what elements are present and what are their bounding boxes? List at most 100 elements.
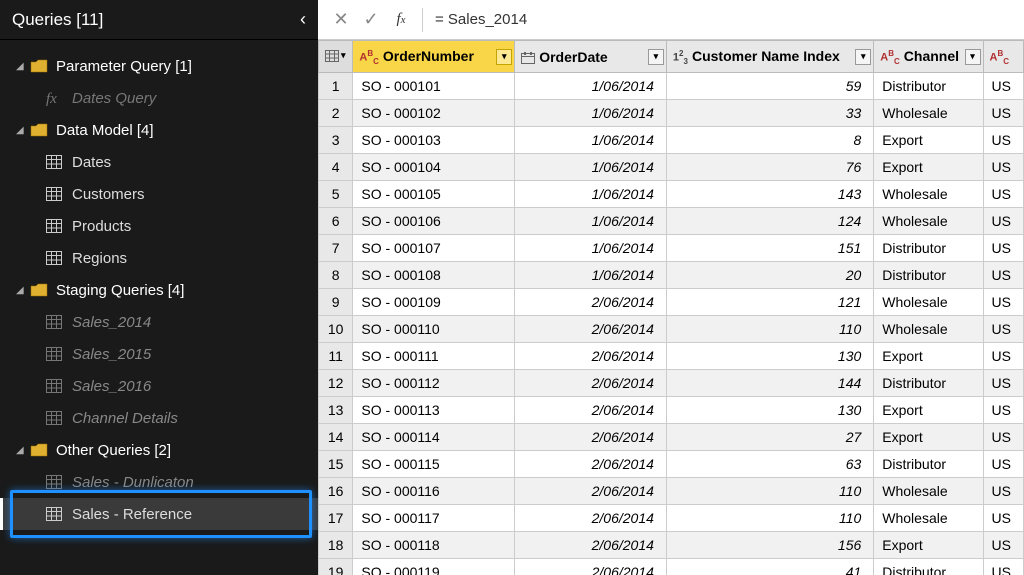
cell-channel[interactable]: Wholesale	[874, 100, 983, 127]
cell-channel[interactable]: Export	[874, 127, 983, 154]
query-item[interactable]: Dates	[0, 146, 318, 178]
table-row[interactable]: 6SO - 0001061/06/2014124WholesaleUS	[319, 208, 1024, 235]
cell-partial[interactable]: US	[983, 100, 1024, 127]
table-row[interactable]: 15SO - 0001152/06/201463DistributorUS	[319, 451, 1024, 478]
cell-customer-index[interactable]: 121	[666, 289, 873, 316]
cell-orderdate[interactable]: 2/06/2014	[515, 397, 667, 424]
row-index[interactable]: 5	[319, 181, 353, 208]
cell-partial[interactable]: US	[983, 424, 1024, 451]
query-group[interactable]: ◢Data Model [4]	[0, 114, 318, 146]
cell-orderdate[interactable]: 1/06/2014	[515, 181, 667, 208]
cell-partial[interactable]: US	[983, 154, 1024, 181]
cell-channel[interactable]: Export	[874, 532, 983, 559]
cell-ordernumber[interactable]: SO - 000102	[353, 100, 515, 127]
row-index[interactable]: 4	[319, 154, 353, 181]
column-header[interactable]: ABCChannel▾	[874, 41, 983, 73]
row-index[interactable]: 18	[319, 532, 353, 559]
cell-ordernumber[interactable]: SO - 000106	[353, 208, 515, 235]
cell-partial[interactable]: US	[983, 208, 1024, 235]
query-item[interactable]: fxDates Query	[0, 82, 318, 114]
cell-partial[interactable]: US	[983, 262, 1024, 289]
cell-orderdate[interactable]: 2/06/2014	[515, 451, 667, 478]
cell-partial[interactable]: US	[983, 73, 1024, 100]
cell-partial[interactable]: US	[983, 370, 1024, 397]
table-row[interactable]: 17SO - 0001172/06/2014110WholesaleUS	[319, 505, 1024, 532]
cell-channel[interactable]: Wholesale	[874, 289, 983, 316]
table-row[interactable]: 11SO - 0001112/06/2014130ExportUS	[319, 343, 1024, 370]
cell-orderdate[interactable]: 2/06/2014	[515, 424, 667, 451]
cell-channel[interactable]: Wholesale	[874, 181, 983, 208]
cell-orderdate[interactable]: 2/06/2014	[515, 532, 667, 559]
cell-channel[interactable]: Distributor	[874, 370, 983, 397]
cell-ordernumber[interactable]: SO - 000114	[353, 424, 515, 451]
row-index[interactable]: 19	[319, 559, 353, 575]
table-row[interactable]: 16SO - 0001162/06/2014110WholesaleUS	[319, 478, 1024, 505]
cell-channel[interactable]: Wholesale	[874, 478, 983, 505]
cell-orderdate[interactable]: 1/06/2014	[515, 127, 667, 154]
cell-ordernumber[interactable]: SO - 000109	[353, 289, 515, 316]
table-row[interactable]: 3SO - 0001031/06/20148ExportUS	[319, 127, 1024, 154]
cell-ordernumber[interactable]: SO - 000117	[353, 505, 515, 532]
cell-partial[interactable]: US	[983, 559, 1024, 575]
cell-customer-index[interactable]: 124	[666, 208, 873, 235]
row-index[interactable]: 10	[319, 316, 353, 343]
cell-channel[interactable]: Wholesale	[874, 208, 983, 235]
cell-channel[interactable]: Distributor	[874, 73, 983, 100]
cell-customer-index[interactable]: 130	[666, 397, 873, 424]
cell-customer-index[interactable]: 41	[666, 559, 873, 575]
cell-orderdate[interactable]: 2/06/2014	[515, 316, 667, 343]
cell-partial[interactable]: US	[983, 451, 1024, 478]
cell-ordernumber[interactable]: SO - 000104	[353, 154, 515, 181]
cell-orderdate[interactable]: 1/06/2014	[515, 154, 667, 181]
cell-orderdate[interactable]: 1/06/2014	[515, 235, 667, 262]
row-index[interactable]: 15	[319, 451, 353, 478]
cell-partial[interactable]: US	[983, 181, 1024, 208]
table-row[interactable]: 9SO - 0001092/06/2014121WholesaleUS	[319, 289, 1024, 316]
cell-partial[interactable]: US	[983, 316, 1024, 343]
column-header[interactable]: OrderDate▾	[515, 41, 667, 73]
cell-customer-index[interactable]: 110	[666, 478, 873, 505]
cell-customer-index[interactable]: 20	[666, 262, 873, 289]
queries-pane-header[interactable]: Queries [11] ‹	[0, 0, 318, 40]
query-item[interactable]: Sales_2015	[0, 338, 318, 370]
cell-partial[interactable]: US	[983, 478, 1024, 505]
cell-orderdate[interactable]: 1/06/2014	[515, 73, 667, 100]
column-header[interactable]: ABCOrderNumber▾	[353, 41, 515, 73]
query-group[interactable]: ◢Parameter Query [1]	[0, 50, 318, 82]
column-header[interactable]: 123Customer Name Index▾	[666, 41, 873, 73]
cell-channel[interactable]: Wholesale	[874, 316, 983, 343]
cell-partial[interactable]: US	[983, 343, 1024, 370]
row-index[interactable]: 16	[319, 478, 353, 505]
table-row[interactable]: 10SO - 0001102/06/2014110WholesaleUS	[319, 316, 1024, 343]
cell-ordernumber[interactable]: SO - 000119	[353, 559, 515, 575]
cell-ordernumber[interactable]: SO - 000101	[353, 73, 515, 100]
row-index[interactable]: 6	[319, 208, 353, 235]
commit-formula-button[interactable]: ✓	[356, 9, 386, 30]
cell-customer-index[interactable]: 110	[666, 316, 873, 343]
query-item[interactable]: Sales - Dunlicaton	[0, 466, 318, 498]
cell-channel[interactable]: Distributor	[874, 451, 983, 478]
collapse-pane-icon[interactable]: ‹	[300, 9, 306, 30]
cell-orderdate[interactable]: 1/06/2014	[515, 208, 667, 235]
cell-orderdate[interactable]: 2/06/2014	[515, 289, 667, 316]
cell-partial[interactable]: US	[983, 235, 1024, 262]
cell-ordernumber[interactable]: SO - 000108	[353, 262, 515, 289]
cell-ordernumber[interactable]: SO - 000111	[353, 343, 515, 370]
row-index-header[interactable]: ▾	[319, 41, 353, 73]
cell-partial[interactable]: US	[983, 505, 1024, 532]
row-index[interactable]: 2	[319, 100, 353, 127]
cell-channel[interactable]: Distributor	[874, 262, 983, 289]
cell-ordernumber[interactable]: SO - 000113	[353, 397, 515, 424]
query-item[interactable]: Products	[0, 210, 318, 242]
table-row[interactable]: 18SO - 0001182/06/2014156ExportUS	[319, 532, 1024, 559]
column-header[interactable]: ABC	[983, 41, 1024, 73]
table-row[interactable]: 19SO - 0001192/06/201441DistributorUS	[319, 559, 1024, 575]
cell-channel[interactable]: Export	[874, 154, 983, 181]
cell-channel[interactable]: Distributor	[874, 235, 983, 262]
cell-customer-index[interactable]: 76	[666, 154, 873, 181]
row-index[interactable]: 7	[319, 235, 353, 262]
query-group[interactable]: ◢Other Queries [2]	[0, 434, 318, 466]
cell-customer-index[interactable]: 33	[666, 100, 873, 127]
cell-customer-index[interactable]: 144	[666, 370, 873, 397]
cell-customer-index[interactable]: 63	[666, 451, 873, 478]
